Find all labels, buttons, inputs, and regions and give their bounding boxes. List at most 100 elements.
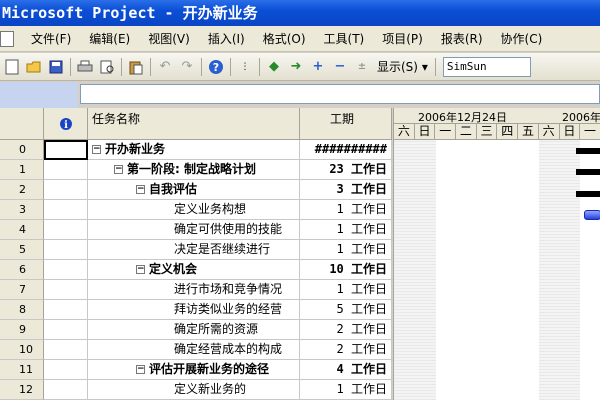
indicator-cell[interactable] xyxy=(44,160,88,180)
menu-edit[interactable]: 编辑(E) xyxy=(80,30,139,47)
row-id[interactable]: 0 xyxy=(0,140,44,160)
redo-icon[interactable]: ↷ xyxy=(176,56,198,78)
duration-cell[interactable]: 5 工作日 xyxy=(300,300,392,320)
plus-icon[interactable]: + xyxy=(307,56,329,78)
collapse-toggle-icon[interactable]: − xyxy=(92,145,101,154)
menu-report[interactable]: 报表(R) xyxy=(432,30,492,47)
collapse-toggle-icon[interactable]: − xyxy=(114,165,123,174)
table-row[interactable]: 7 进行市场和竞争情况 1 工作日 xyxy=(0,280,392,300)
row-id[interactable]: 10 xyxy=(0,340,44,360)
indicator-cell[interactable] xyxy=(44,200,88,220)
entry-field[interactable] xyxy=(80,84,600,104)
row-id[interactable]: 5 xyxy=(0,240,44,260)
row-id[interactable]: 12 xyxy=(0,380,44,400)
duration-cell[interactable]: 2 工作日 xyxy=(300,320,392,340)
undo-icon[interactable]: ↶ xyxy=(154,56,176,78)
minus-icon[interactable]: − xyxy=(329,56,351,78)
collapse-toggle-icon[interactable]: − xyxy=(136,365,145,374)
menu-format[interactable]: 格式(O) xyxy=(254,30,315,47)
table-row[interactable]: 12 定义新业务的 1 工作日 xyxy=(0,380,392,400)
menu-tools[interactable]: 工具(T) xyxy=(315,30,374,47)
row-id[interactable]: 7 xyxy=(0,280,44,300)
task-name-cell[interactable]: 确定可供使用的技能 xyxy=(88,220,300,240)
summary-bar[interactable] xyxy=(576,148,600,154)
row-id[interactable]: 8 xyxy=(0,300,44,320)
menu-project[interactable]: 项目(P) xyxy=(373,30,432,47)
task-name-header[interactable]: 任务名称 xyxy=(88,108,300,140)
collapse-toggle-icon[interactable]: − xyxy=(136,265,145,274)
duration-cell[interactable]: 1 工作日 xyxy=(300,280,392,300)
duration-cell[interactable]: 1 工作日 xyxy=(300,380,392,400)
row-id[interactable]: 4 xyxy=(0,220,44,240)
table-row[interactable]: 5 决定是否继续进行 1 工作日 xyxy=(0,240,392,260)
duration-cell[interactable]: 23 工作日 xyxy=(300,160,392,180)
menu-collaborate[interactable]: 协作(C) xyxy=(492,30,552,47)
task-name-cell[interactable]: 确定所需的资源 xyxy=(88,320,300,340)
summary-bar[interactable] xyxy=(576,169,600,175)
print-preview-icon[interactable] xyxy=(96,56,118,78)
duration-cell[interactable]: 1 工作日 xyxy=(300,220,392,240)
font-name-select[interactable]: SimSun xyxy=(442,56,531,77)
new-file-icon[interactable] xyxy=(1,56,23,78)
table-row[interactable]: 2− 自我评估 3 工作日 xyxy=(0,180,392,200)
table-row[interactable]: 1 − 第一阶段: 制定战略计划 23 工作日 xyxy=(0,160,392,180)
task-name-cell[interactable]: − 第一阶段: 制定战略计划 xyxy=(88,160,300,180)
task-bar[interactable] xyxy=(584,210,600,220)
save-icon[interactable] xyxy=(45,56,67,78)
indicator-cell[interactable] xyxy=(44,380,88,400)
task-name-cell[interactable]: − 定义机会 xyxy=(88,260,300,280)
row-id[interactable]: 1 xyxy=(0,160,44,180)
row-id[interactable]: 11 xyxy=(0,360,44,380)
row-id[interactable]: 9 xyxy=(0,320,44,340)
row-id[interactable]: 6 xyxy=(0,260,44,280)
indicator-cell[interactable] xyxy=(44,340,88,360)
indicator-cell[interactable] xyxy=(44,300,88,320)
duration-cell[interactable]: 3 工作日 xyxy=(300,180,392,200)
indicator-cell[interactable] xyxy=(44,280,88,300)
document-icon[interactable] xyxy=(0,30,14,47)
row-id[interactable]: 3 xyxy=(0,200,44,220)
arrow-left-icon[interactable]: ◆ xyxy=(263,56,285,78)
duration-cell[interactable]: 1 工作日 xyxy=(300,240,392,260)
duration-header[interactable]: 工期 xyxy=(300,108,392,140)
table-row[interactable]: 3 定义业务构想 1 工作日 xyxy=(0,200,392,220)
summary-bar[interactable] xyxy=(576,191,600,197)
duration-cell[interactable]: 4 工作日 xyxy=(300,360,392,380)
row-id[interactable]: 2 xyxy=(0,180,44,200)
table-row[interactable]: 4 确定可供使用的技能 1 工作日 xyxy=(0,220,392,240)
indicator-cell[interactable] xyxy=(44,360,88,380)
menu-file[interactable]: 文件(F) xyxy=(22,30,80,47)
table-row[interactable]: 8 拜访类似业务的经营 5 工作日 xyxy=(0,300,392,320)
task-name-cell[interactable]: 确定经营成本的构成 xyxy=(88,340,300,360)
indicator-cell[interactable] xyxy=(44,240,88,260)
show-menu-label[interactable]: 显示(S) ▾ xyxy=(373,58,432,75)
indicator-header[interactable]: i xyxy=(44,108,88,140)
indicator-cell[interactable] xyxy=(44,320,88,340)
menu-insert[interactable]: 插入(I) xyxy=(199,30,254,47)
table-row[interactable]: 6 − 定义机会 10 工作日 xyxy=(0,260,392,280)
task-name-cell[interactable]: 拜访类似业务的经营 xyxy=(88,300,300,320)
task-name-cell[interactable]: 进行市场和竞争情况 xyxy=(88,280,300,300)
duration-cell[interactable]: 10 工作日 xyxy=(300,260,392,280)
duration-cell[interactable]: ########## xyxy=(300,140,392,160)
open-folder-icon[interactable] xyxy=(23,56,45,78)
table-row[interactable]: 0 − 开办新业务 ########## xyxy=(0,140,392,160)
task-name-cell[interactable]: 决定是否继续进行 xyxy=(88,240,300,260)
select-all-corner[interactable] xyxy=(0,108,44,140)
paste-icon[interactable] xyxy=(125,56,147,78)
indicator-cell[interactable] xyxy=(44,260,88,280)
task-name-cell[interactable]: − 开办新业务 xyxy=(88,140,300,160)
indicator-cell[interactable] xyxy=(44,220,88,240)
table-row[interactable]: 11 − 评估开展新业务的途径 4 工作日 xyxy=(0,360,392,380)
show-subtasks-icon[interactable]: ± xyxy=(351,56,373,78)
help-icon[interactable]: ? xyxy=(205,56,227,78)
table-row[interactable]: 10 确定经营成本的构成 2 工作日 xyxy=(0,340,392,360)
task-name-cell[interactable]: − 评估开展新业务的途径 xyxy=(88,360,300,380)
duration-cell[interactable]: 1 工作日 xyxy=(300,200,392,220)
duration-cell[interactable]: 2 工作日 xyxy=(300,340,392,360)
collapse-toggle-icon[interactable]: − xyxy=(136,185,145,194)
indicator-cell[interactable] xyxy=(44,180,88,200)
menu-view[interactable]: 视图(V) xyxy=(139,30,199,47)
indicator-cell[interactable] xyxy=(44,140,88,160)
task-name-cell[interactable]: 定义业务构想 xyxy=(88,200,300,220)
